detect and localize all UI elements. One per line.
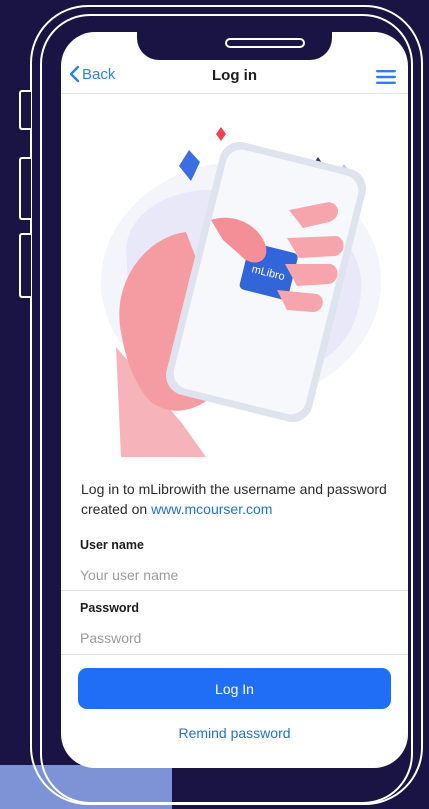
phone-screen: Back Log in mLibro Log in to mLibrowith …: [61, 32, 408, 768]
username-label: User name: [80, 538, 144, 552]
phone-volume-up-button: [19, 157, 31, 220]
red-diamond-decoration: [216, 127, 226, 141]
password-input[interactable]: [80, 627, 390, 649]
username-input[interactable]: [80, 564, 390, 586]
phone-volume-down-button: [19, 233, 31, 298]
username-divider: [61, 590, 408, 591]
hand-holding-phone-illustration: mLibro: [101, 127, 381, 457]
password-divider: [61, 654, 408, 655]
speaker-grille: [225, 38, 305, 48]
login-button[interactable]: Log In: [78, 668, 391, 709]
phone-notch: [137, 32, 378, 60]
navigation-bar: Back Log in: [61, 62, 408, 92]
front-camera: [362, 32, 378, 45]
remind-password-link[interactable]: Remind password: [61, 725, 408, 741]
mcourser-link[interactable]: www.mcourser.com: [151, 501, 272, 517]
password-label: Password: [80, 601, 140, 615]
phone-mute-button: [19, 90, 31, 130]
hamburger-menu-icon[interactable]: [376, 70, 396, 84]
page-title: Log in: [212, 67, 257, 84]
login-instructions: Log in to mLibrowith the username and pa…: [81, 479, 391, 519]
